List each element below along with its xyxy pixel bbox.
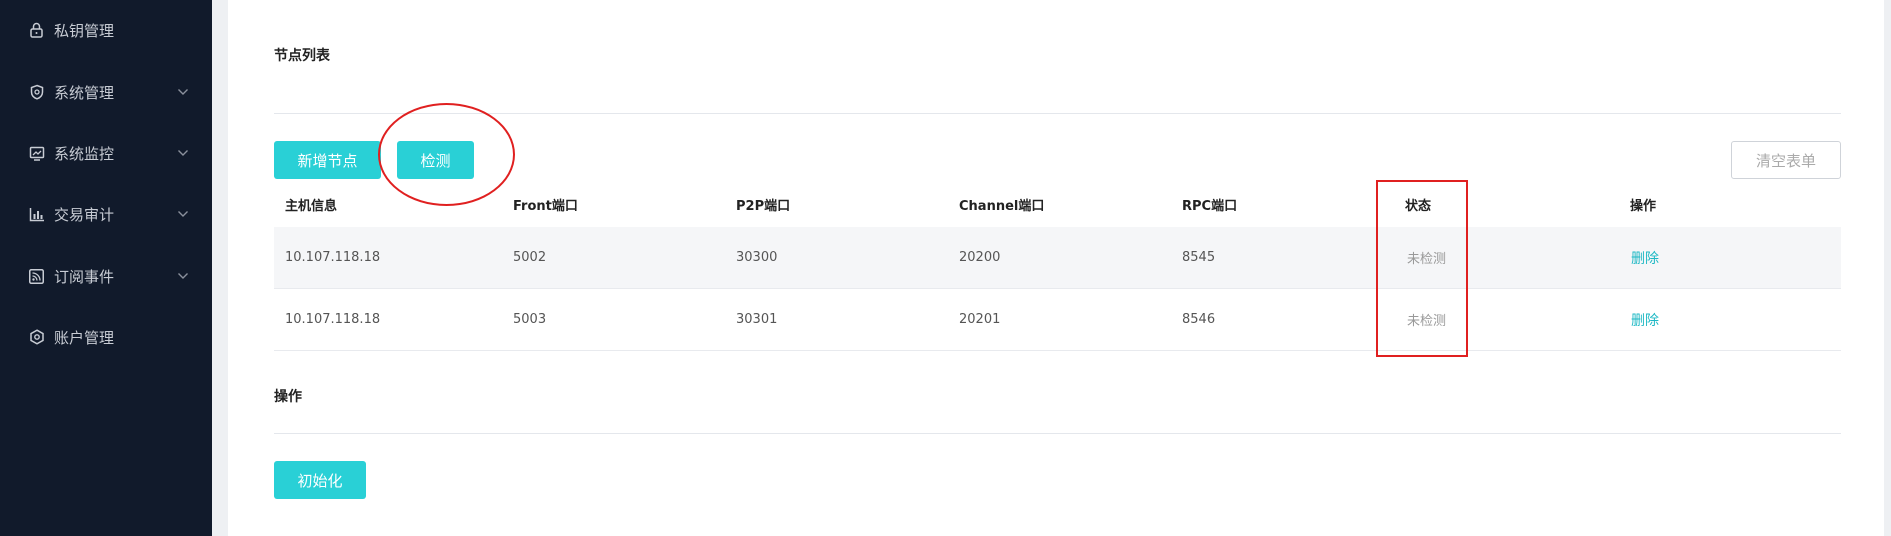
clear-form-button[interactable]: 清空表单 (1731, 141, 1841, 179)
cell-host: 10.107.118.18 (285, 250, 381, 265)
page-edge (1884, 0, 1891, 536)
table-row: 10.107.118.18 5002 30300 20200 8545 未检测 … (274, 227, 1841, 289)
divider (274, 113, 1841, 114)
node-list-title: 节点列表 (274, 48, 330, 64)
header-host: 主机信息 (285, 198, 338, 214)
cell-action: 删除 (1631, 289, 1659, 350)
cell-p2p-port: 30301 (736, 312, 778, 327)
cell-p2p-port: 30300 (736, 250, 778, 265)
header-p2p-port: P2P端口 (736, 198, 791, 214)
sidebar-item-private-key[interactable]: 私钥管理 (0, 10, 212, 50)
header-action: 操作 (1630, 198, 1657, 214)
chevron-down-icon (176, 85, 190, 99)
cell-channel-port: 20200 (959, 250, 1001, 265)
monitor-chart-icon (28, 145, 45, 162)
sidebar-item-subscribe-events[interactable]: 订阅事件 (0, 256, 212, 296)
operation-title: 操作 (274, 389, 302, 405)
chevron-down-icon (176, 207, 190, 221)
delete-link[interactable]: 删除 (1631, 248, 1659, 268)
sidebar-item-label: 账户管理 (54, 328, 115, 347)
sidebar-item-label: 系统管理 (54, 83, 115, 102)
cell-status: 未检测 (1407, 252, 1447, 267)
sidebar: 私钥管理 系统管理 系统监控 交易审计 订阅事件 账户管理 (0, 0, 212, 536)
table-header: 主机信息 Front端口 P2P端口 Channel端口 RPC端口 状态 操作 (274, 181, 1841, 227)
cell-host: 10.107.118.18 (285, 312, 381, 327)
chevron-down-icon (176, 146, 190, 160)
rss-icon (28, 268, 45, 285)
sidebar-item-system-monitor[interactable]: 系统监控 (0, 133, 212, 173)
bar-chart-icon (28, 206, 45, 223)
header-rpc-port: RPC端口 (1182, 198, 1238, 214)
cell-rpc-port: 8545 (1182, 250, 1216, 265)
divider (274, 433, 1841, 434)
cell-action: 删除 (1631, 227, 1659, 288)
cell-rpc-port: 8546 (1182, 312, 1216, 327)
sidebar-item-transaction-audit[interactable]: 交易审计 (0, 194, 212, 234)
shield-icon (28, 84, 45, 101)
lock-icon (28, 22, 45, 39)
node-table: 主机信息 Front端口 P2P端口 Channel端口 RPC端口 状态 操作… (274, 181, 1841, 351)
delete-link[interactable]: 删除 (1631, 310, 1659, 330)
header-channel-port: Channel端口 (959, 198, 1045, 214)
initialize-button[interactable]: 初始化 (274, 461, 366, 499)
check-button[interactable]: 检测 (397, 141, 474, 179)
sidebar-item-account-management[interactable]: 账户管理 (0, 317, 212, 357)
cell-status: 未检测 (1407, 314, 1447, 329)
sidebar-item-label: 私钥管理 (54, 21, 115, 40)
sidebar-item-label: 交易审计 (54, 205, 115, 224)
table-row: 10.107.118.18 5003 30301 20201 8546 未检测 … (274, 289, 1841, 351)
header-front-port: Front端口 (513, 198, 578, 214)
cell-front-port: 5003 (513, 312, 547, 327)
add-node-button[interactable]: 新增节点 (274, 141, 381, 179)
cell-front-port: 5002 (513, 250, 547, 265)
sidebar-item-label: 系统监控 (54, 144, 115, 163)
sidebar-item-label: 订阅事件 (54, 267, 115, 286)
chevron-down-icon (176, 269, 190, 283)
main-content: 节点列表 新增节点 检测 清空表单 主机信息 Front端口 P2P端口 Cha… (228, 0, 1891, 536)
sidebar-item-system-management[interactable]: 系统管理 (0, 72, 212, 112)
hexagon-gear-icon (28, 329, 45, 346)
header-status: 状态 (1405, 198, 1432, 214)
cell-channel-port: 20201 (959, 312, 1001, 327)
